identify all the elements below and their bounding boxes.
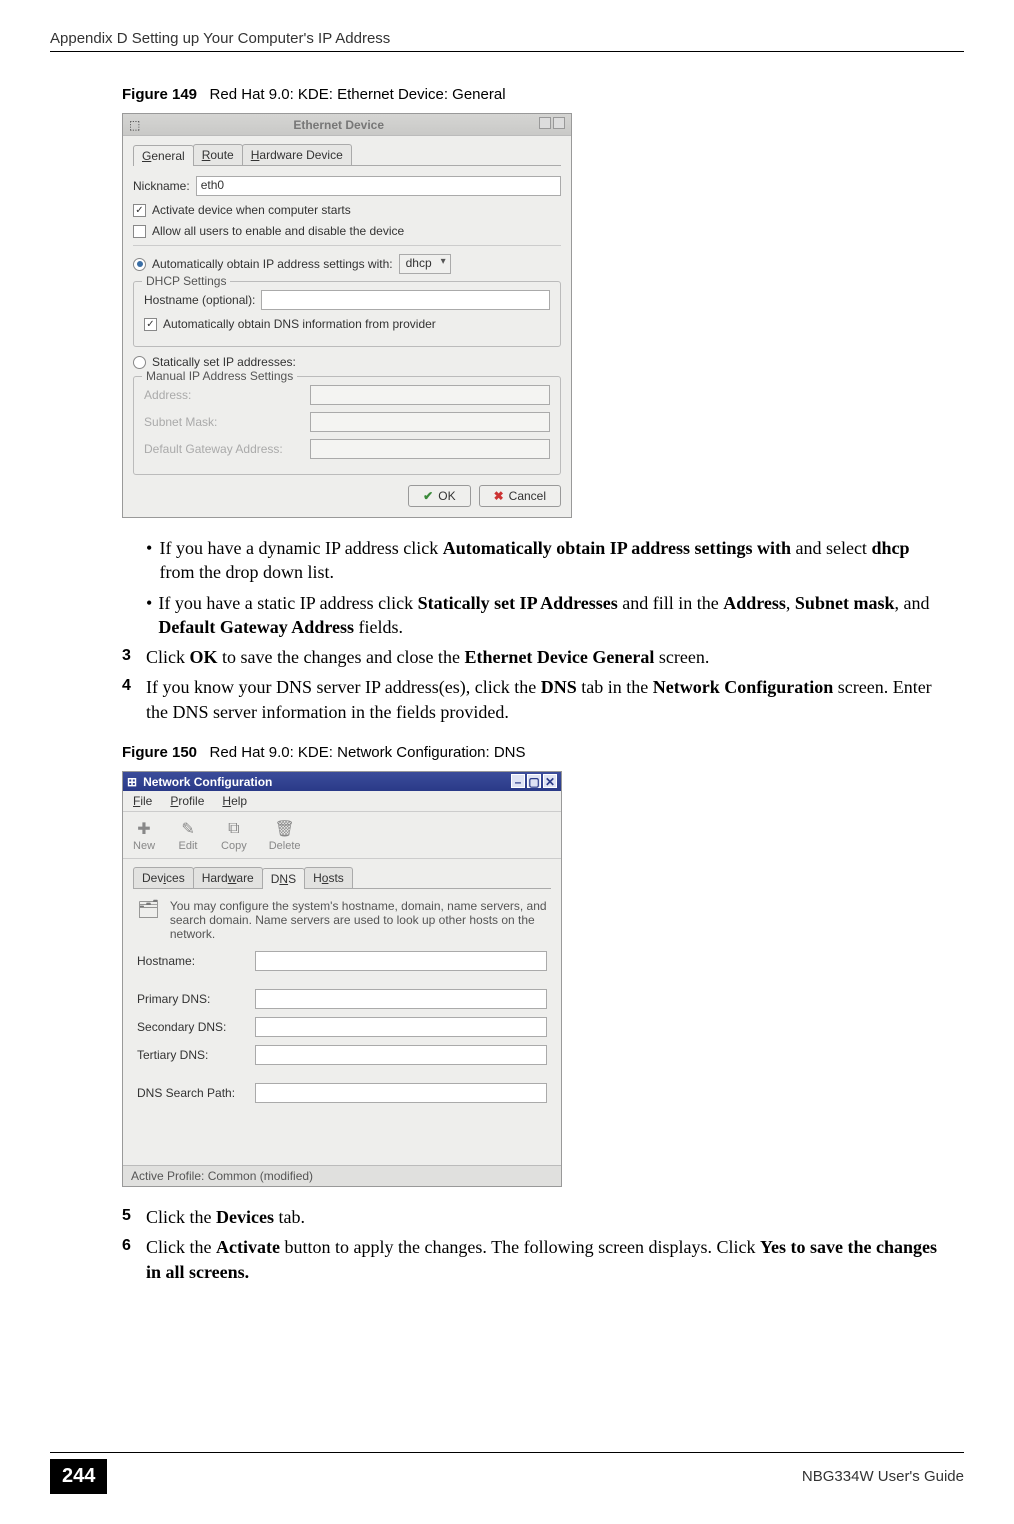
close-icon[interactable]: ✕ xyxy=(543,774,557,788)
primary-dns-input[interactable] xyxy=(255,989,547,1009)
ip-method-select[interactable]: dhcp xyxy=(399,254,451,274)
auto-ip-label: Automatically obtain IP address settings… xyxy=(152,257,393,271)
hostname2-label: Hostname: xyxy=(137,954,255,968)
dns-description: You may configure the system's hostname,… xyxy=(170,899,547,941)
auto-dns-checkbox[interactable] xyxy=(144,318,157,331)
bullet-icon: • xyxy=(146,536,160,585)
toolbar-edit[interactable]: ✎Edit xyxy=(177,818,199,852)
tab-bar: General Route Hardware Device xyxy=(133,144,561,166)
dns-search-label: DNS Search Path: xyxy=(137,1086,255,1100)
bullet-1: If you have a dynamic IP address click A… xyxy=(160,536,944,585)
delete-icon: 🗑 xyxy=(274,818,296,840)
bullet-icon: • xyxy=(146,591,158,640)
window-buttons[interactable] xyxy=(537,117,565,132)
check-icon: ✔ xyxy=(423,489,433,503)
ethernet-device-dialog: ⬚ Ethernet Device General Route Hardware… xyxy=(122,113,572,518)
minimize-icon[interactable]: – xyxy=(511,774,525,788)
manual-ip-legend: Manual IP Address Settings xyxy=(142,369,297,383)
window-buttons-2[interactable]: –▢✕ xyxy=(509,774,557,789)
cancel-button[interactable]: ✖Cancel xyxy=(479,485,561,507)
static-ip-label: Statically set IP addresses: xyxy=(152,355,296,369)
step-3-number: 3 xyxy=(122,645,146,669)
address-input xyxy=(310,385,550,405)
tertiary-dns-input[interactable] xyxy=(255,1045,547,1065)
dialog-title: Ethernet Device xyxy=(293,118,384,132)
figure-149-caption: Red Hat 9.0: KDE: Ethernet Device: Gener… xyxy=(210,86,506,103)
static-ip-radio[interactable] xyxy=(133,356,146,369)
nickname-label: Nickname: xyxy=(133,179,190,193)
menu-bar: File Profile Help xyxy=(123,791,561,812)
figure-150-caption: Red Hat 9.0: KDE: Network Configuration:… xyxy=(210,744,526,761)
dns-icon: 🗂 xyxy=(137,899,160,941)
auto-ip-radio[interactable] xyxy=(133,258,146,271)
activate-label: Activate device when computer starts xyxy=(152,203,351,217)
maximize-icon[interactable]: ▢ xyxy=(527,774,541,788)
auto-dns-label: Automatically obtain DNS information fro… xyxy=(163,317,436,331)
gateway-input xyxy=(310,439,550,459)
menu-profile[interactable]: Profile xyxy=(170,794,204,808)
tab-route[interactable]: Route xyxy=(193,144,243,165)
toolbar-copy[interactable]: ⧉Copy xyxy=(221,818,247,852)
allow-users-checkbox[interactable] xyxy=(133,225,146,238)
address-label: Address: xyxy=(144,388,304,402)
running-header: Appendix D Setting up Your Computer's IP… xyxy=(50,30,390,47)
menu-file[interactable]: File xyxy=(133,794,152,808)
tab-hosts[interactable]: Hosts xyxy=(304,867,353,888)
nickname-input[interactable]: eth0 xyxy=(196,176,561,196)
app-icon: ⊞ xyxy=(127,775,137,789)
copy-icon: ⧉ xyxy=(223,818,245,840)
step-4-text: If you know your DNS server IP address(e… xyxy=(146,675,944,724)
subnet-mask-label: Subnet Mask: xyxy=(144,415,304,429)
guide-name: NBG334W User's Guide xyxy=(802,1468,964,1485)
tab-hardware-device[interactable]: Hardware Device xyxy=(242,144,352,165)
secondary-dns-label: Secondary DNS: xyxy=(137,1020,255,1034)
page-number: 244 xyxy=(50,1459,107,1494)
dns-search-input[interactable] xyxy=(255,1083,547,1103)
status-bar: Active Profile: Common (modified) xyxy=(123,1165,561,1186)
tab-devices[interactable]: Devices xyxy=(133,867,194,888)
figure-150-label: Figure 150 xyxy=(122,744,197,761)
hostname-label: Hostname (optional): xyxy=(144,293,255,307)
network-configuration-dialog: ⊞ Network Configuration –▢✕ File Profile… xyxy=(122,771,562,1187)
step-4-number: 4 xyxy=(122,675,146,724)
toolbar: ✚New ✎Edit ⧉Copy 🗑Delete xyxy=(123,812,561,859)
figure-149-label: Figure 149 xyxy=(122,86,197,103)
dialog-icon: ⬚ xyxy=(129,118,140,132)
activate-checkbox[interactable] xyxy=(133,204,146,217)
subnet-mask-input xyxy=(310,412,550,432)
tab-general[interactable]: General xyxy=(133,145,194,166)
menu-help[interactable]: Help xyxy=(222,794,247,808)
step-6-text: Click the Activate button to apply the c… xyxy=(146,1235,944,1284)
tab-hardware[interactable]: Hardware xyxy=(193,867,263,888)
hostname-input[interactable] xyxy=(261,290,550,310)
dhcp-legend: DHCP Settings xyxy=(142,274,230,288)
tab-bar-2: Devices Hardware DNS Hosts xyxy=(133,867,551,889)
primary-dns-label: Primary DNS: xyxy=(137,992,255,1006)
step-5-number: 5 xyxy=(122,1205,146,1229)
toolbar-delete[interactable]: 🗑Delete xyxy=(269,818,301,852)
edit-icon: ✎ xyxy=(177,818,199,840)
tertiary-dns-label: Tertiary DNS: xyxy=(137,1048,255,1062)
secondary-dns-input[interactable] xyxy=(255,1017,547,1037)
new-icon: ✚ xyxy=(133,818,155,840)
dialog2-title: Network Configuration xyxy=(143,775,272,789)
ok-button[interactable]: ✔OK xyxy=(408,485,470,507)
hostname2-input[interactable] xyxy=(255,951,547,971)
tab-dns[interactable]: DNS xyxy=(262,868,305,889)
dhcp-settings-fieldset: DHCP Settings Hostname (optional): Autom… xyxy=(133,281,561,347)
manual-ip-fieldset: Manual IP Address Settings Address: Subn… xyxy=(133,376,561,475)
toolbar-new[interactable]: ✚New xyxy=(133,818,155,852)
x-icon: ✖ xyxy=(494,489,504,503)
gateway-label: Default Gateway Address: xyxy=(144,442,304,456)
allow-users-label: Allow all users to enable and disable th… xyxy=(152,224,404,238)
bullet-2: If you have a static IP address click St… xyxy=(158,591,944,640)
step-3-text: Click OK to save the changes and close t… xyxy=(146,645,944,669)
step-6-number: 6 xyxy=(122,1235,146,1284)
step-5-text: Click the Devices tab. xyxy=(146,1205,944,1229)
